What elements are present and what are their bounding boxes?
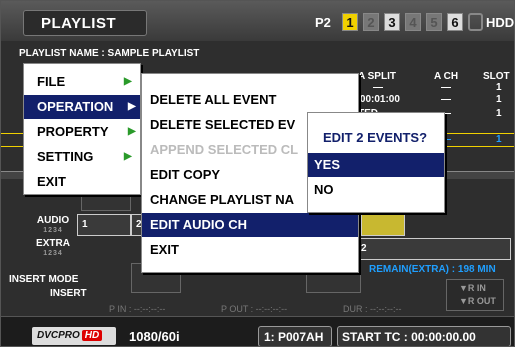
menu-item-property[interactable]: PROPERTY ▶ [24, 120, 140, 144]
slot-4-indicator: 4 [405, 13, 421, 31]
dialog-question: EDIT 2 EVENTS? [323, 130, 428, 145]
main-menu: FILE ▶ OPERATION ▶ PROPERTY ▶ SETTING ▶ EXIT [23, 63, 141, 195]
col-a-split: A SPLIT [358, 71, 396, 82]
menu-item-operation[interactable]: OPERATION ▶ [24, 95, 140, 119]
submenu-edit-audio-ch[interactable]: EDIT AUDIO CH [142, 213, 358, 237]
menu-item-setting[interactable]: SETTING ▶ [24, 145, 140, 169]
p-out-readout: P OUT : --:--:--:-- [221, 304, 288, 314]
extra-clip[interactable]: 2 [356, 238, 511, 260]
insert-mode-label: INSERT MODE [9, 274, 79, 285]
p-in-readout: P IN : --:--:--:-- [109, 304, 166, 314]
r-out-label: ▼R OUT [459, 296, 496, 306]
video-format: 1080/60i [129, 329, 180, 344]
dur-readout: DUR : --:--:--:-- [343, 304, 402, 314]
submenu-exit[interactable]: EXIT [142, 238, 358, 262]
remain-extra: REMAIN(EXTRA) : 198 MIN [369, 264, 496, 275]
slot-2-indicator: 2 [363, 13, 379, 31]
clip-id: 1: P007AH [258, 326, 332, 346]
dialog-no-button[interactable]: NO [308, 178, 444, 202]
row-1-ach: — [441, 82, 451, 93]
audio-clip-1[interactable]: 1 [77, 214, 131, 236]
hdd-label: HDD [486, 15, 515, 30]
r-in-label: ▼R IN [459, 283, 486, 293]
submenu-delete-all-event[interactable]: DELETE ALL EVENT [142, 88, 358, 112]
row-2-slot: 1 [496, 94, 502, 105]
extra-track-label: EXTRA 1234 [36, 238, 70, 258]
status-footer: DVCPRO HD 1080/60i 1: P007AH START TC : 0… [1, 316, 514, 346]
row-1-slot: 1 [496, 82, 502, 93]
dialog-yes-button[interactable]: YES [308, 153, 444, 177]
row-2-ach: — [441, 94, 451, 105]
slot-5-indicator: 5 [426, 13, 442, 31]
title-bar: PLAYLIST P2 1 2 3 4 5 6 HDD [1, 1, 515, 41]
page-title: PLAYLIST [23, 10, 147, 36]
confirm-dialog: EDIT 2 EVENTS? YES NO [307, 112, 445, 213]
row-4-slot: 1 [496, 134, 502, 145]
p2-label: P2 [315, 15, 331, 30]
row-3-slot: 1 [496, 108, 502, 119]
row-1-split-dash: — [373, 82, 383, 93]
audio-track-label: AUDIO 1234 [36, 215, 70, 235]
playlist-screen: PLAYLIST P2 1 2 3 4 5 6 HDD PLAYLIST NAM… [0, 0, 515, 347]
hdd-icon [468, 13, 483, 31]
playlist-name: PLAYLIST NAME : SAMPLE PLAYLIST [19, 48, 200, 59]
menu-item-exit[interactable]: EXIT [24, 170, 140, 194]
start-tc: START TC : 00:00:00.00 [337, 326, 511, 346]
insert-mode-value[interactable]: INSERT [50, 288, 87, 299]
dvcpro-hd-logo: DVCPRO HD [32, 327, 116, 345]
col-slot: SLOT [483, 71, 510, 82]
audio-clip-3[interactable] [361, 214, 405, 236]
slot-6-indicator: 6 [447, 13, 463, 31]
col-a-ch: A CH [434, 71, 459, 82]
menu-item-file[interactable]: FILE ▶ [24, 70, 140, 94]
slot-3-indicator: 3 [384, 13, 400, 31]
r-in-out-box: ▼R IN ▼R OUT [446, 279, 504, 311]
slot-1-indicator: 1 [342, 13, 358, 31]
